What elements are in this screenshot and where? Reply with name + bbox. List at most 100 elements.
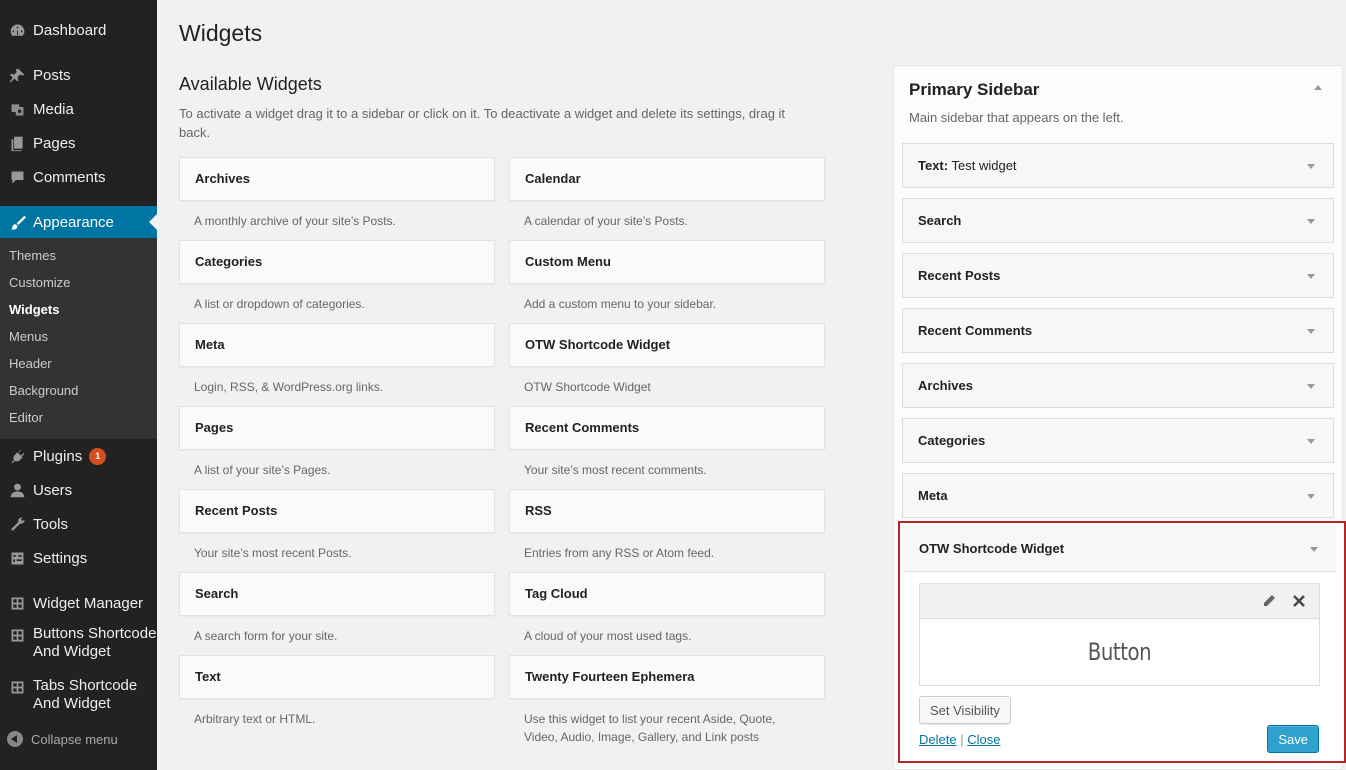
widget-pages[interactable]: Pages A list of your site’s Pages. <box>179 406 495 479</box>
sidebar-widget-search[interactable]: Search <box>902 198 1334 243</box>
widget-description: Use this widget to list your recent Asid… <box>524 712 776 744</box>
menu-settings[interactable]: Settings <box>0 541 157 575</box>
widget-rss[interactable]: RSS Entries from any RSS or Atom feed. <box>509 489 825 562</box>
user-icon <box>7 480 27 500</box>
delete-link[interactable]: Delete <box>919 732 957 747</box>
menu-plugins[interactable]: Plugins 1 <box>0 439 157 473</box>
menu-posts-label: Posts <box>33 66 71 84</box>
submenu-customize[interactable]: Customize <box>0 269 157 296</box>
widget-title[interactable]: Calendar <box>509 157 825 201</box>
admin-menu: Dashboard Posts Media Pages Comments App… <box>0 0 157 770</box>
sidebar-widget-name: Search <box>918 213 962 228</box>
sidebar-title[interactable]: Primary Sidebar <box>909 80 1039 100</box>
appearance-submenu: Themes Customize Widgets Menus Header Ba… <box>0 238 157 439</box>
submenu-widgets[interactable]: Widgets <box>0 296 157 323</box>
expand-arrow-icon[interactable] <box>1307 274 1315 279</box>
link-separator: | <box>960 732 964 747</box>
expand-arrow-icon[interactable] <box>1307 164 1315 169</box>
available-widgets-description: To activate a widget drag it to a sideba… <box>179 106 786 140</box>
sidebar-widget-recent-posts[interactable]: Recent Posts <box>902 253 1334 298</box>
widget-meta[interactable]: Meta Login, RSS, & WordPress.org links. <box>179 323 495 396</box>
submenu-menus[interactable]: Menus <box>0 323 157 350</box>
submenu-editor[interactable]: Editor <box>0 404 157 431</box>
menu-buttons-shortcode[interactable]: Buttons Shortcode And Widget <box>0 620 157 672</box>
open-widget-body: Button Set Visibility Delete | Close Sav… <box>904 572 1336 761</box>
close-icon[interactable] <box>1291 593 1307 609</box>
submenu-background[interactable]: Background <box>0 377 157 404</box>
menu-tools[interactable]: Tools <box>0 507 157 541</box>
widget-title[interactable]: OTW Shortcode Widget <box>509 323 825 367</box>
menu-pages-label: Pages <box>33 134 76 152</box>
menu-users[interactable]: Users <box>0 473 157 507</box>
widget-title[interactable]: Meta <box>179 323 495 367</box>
grid-icon <box>7 625 27 645</box>
sidebar-widget-name: Recent Comments <box>918 323 1033 338</box>
close-link[interactable]: Close <box>967 732 1000 747</box>
menu-widget-manager[interactable]: Widget Manager <box>0 586 157 620</box>
collapse-menu-button[interactable]: Collapse menu <box>0 724 157 754</box>
sidebar-widget-recent-comments[interactable]: Recent Comments <box>902 308 1334 353</box>
sidebar-widget-archives[interactable]: Archives <box>902 363 1334 408</box>
menu-posts[interactable]: Posts <box>0 58 157 92</box>
widget-archives[interactable]: Archives A monthly archive of your site’… <box>179 157 495 230</box>
page-title: Widgets <box>179 20 263 46</box>
expand-arrow-icon[interactable] <box>1307 439 1315 444</box>
sidebar-widget-text[interactable]: Text: Test widget <box>902 143 1334 188</box>
widget-custom-menu[interactable]: Custom Menu Add a custom menu to your si… <box>509 240 825 313</box>
menu-dashboard[interactable]: Dashboard <box>0 13 157 47</box>
sidebar-widget-name: Meta <box>918 488 948 503</box>
menu-pages[interactable]: Pages <box>0 126 157 160</box>
collapse-sidebar-arrow-icon[interactable] <box>1314 85 1322 90</box>
sidebar-widget-meta[interactable]: Meta <box>902 473 1334 518</box>
widget-text[interactable]: Text Arbitrary text or HTML. <box>179 655 495 728</box>
widget-description: Login, RSS, & WordPress.org links. <box>194 380 384 394</box>
menu-media[interactable]: Media <box>0 92 157 126</box>
widget-title[interactable]: Recent Posts <box>179 489 495 533</box>
open-widget-header[interactable]: OTW Shortcode Widget <box>904 526 1336 572</box>
expand-arrow-icon[interactable] <box>1307 219 1315 224</box>
grid-icon <box>7 593 27 613</box>
widget-recent-comments[interactable]: Recent Comments Your site’s most recent … <box>509 406 825 479</box>
widget-calendar[interactable]: Calendar A calendar of your site’s Posts… <box>509 157 825 230</box>
menu-appearance[interactable]: Appearance <box>0 206 157 238</box>
widget-title[interactable]: RSS <box>509 489 825 533</box>
widget-title[interactable]: Categories <box>179 240 495 284</box>
widget-title[interactable]: Text <box>179 655 495 699</box>
menu-tools-label: Tools <box>33 515 69 533</box>
comment-icon <box>7 167 27 187</box>
shortcode-toolbar <box>920 584 1319 619</box>
sidebar-widget-name: Archives <box>918 378 973 393</box>
expand-arrow-icon[interactable] <box>1310 547 1318 552</box>
settings-icon <box>7 548 27 568</box>
widget-title[interactable]: Custom Menu <box>509 240 825 284</box>
menu-comments-label: Comments <box>33 168 106 186</box>
widget-title[interactable]: Recent Comments <box>509 406 825 450</box>
widget-categories[interactable]: Categories A list or dropdown of categor… <box>179 240 495 313</box>
available-widgets-title: Available Widgets <box>179 74 322 94</box>
save-button[interactable]: Save <box>1267 725 1319 753</box>
widget-title[interactable]: Twenty Fourteen Ephemera <box>509 655 825 699</box>
widget-otw-shortcode[interactable]: OTW Shortcode Widget OTW Shortcode Widge… <box>509 323 825 396</box>
plugins-update-badge: 1 <box>89 447 107 465</box>
submenu-header[interactable]: Header <box>0 350 157 377</box>
menu-comments[interactable]: Comments <box>0 160 157 194</box>
expand-arrow-icon[interactable] <box>1307 494 1315 499</box>
expand-arrow-icon[interactable] <box>1307 384 1315 389</box>
menu-tabs-shortcode[interactable]: Tabs Shortcode And Widget <box>0 672 157 724</box>
submenu-themes[interactable]: Themes <box>0 242 157 269</box>
expand-arrow-icon[interactable] <box>1307 329 1315 334</box>
menu-media-label: Media <box>33 100 74 118</box>
widget-tag-cloud[interactable]: Tag Cloud A cloud of your most used tags… <box>509 572 825 645</box>
widget-twenty-fourteen-ephemera[interactable]: Twenty Fourteen Ephemera Use this widget… <box>509 655 825 746</box>
widget-recent-posts[interactable]: Recent Posts Your site’s most recent Pos… <box>179 489 495 562</box>
pencil-icon[interactable] <box>1261 593 1277 609</box>
sidebar-widget-categories[interactable]: Categories <box>902 418 1334 463</box>
menu-settings-label: Settings <box>33 549 88 567</box>
widget-title[interactable]: Pages <box>179 406 495 450</box>
widget-title[interactable]: Tag Cloud <box>509 572 825 616</box>
widget-search[interactable]: Search A search form for your site. <box>179 572 495 645</box>
set-visibility-button[interactable]: Set Visibility <box>919 696 1011 724</box>
widget-title[interactable]: Archives <box>179 157 495 201</box>
widget-title[interactable]: Search <box>179 572 495 616</box>
sidebar-widget-instance-title: Test widget <box>951 158 1017 173</box>
